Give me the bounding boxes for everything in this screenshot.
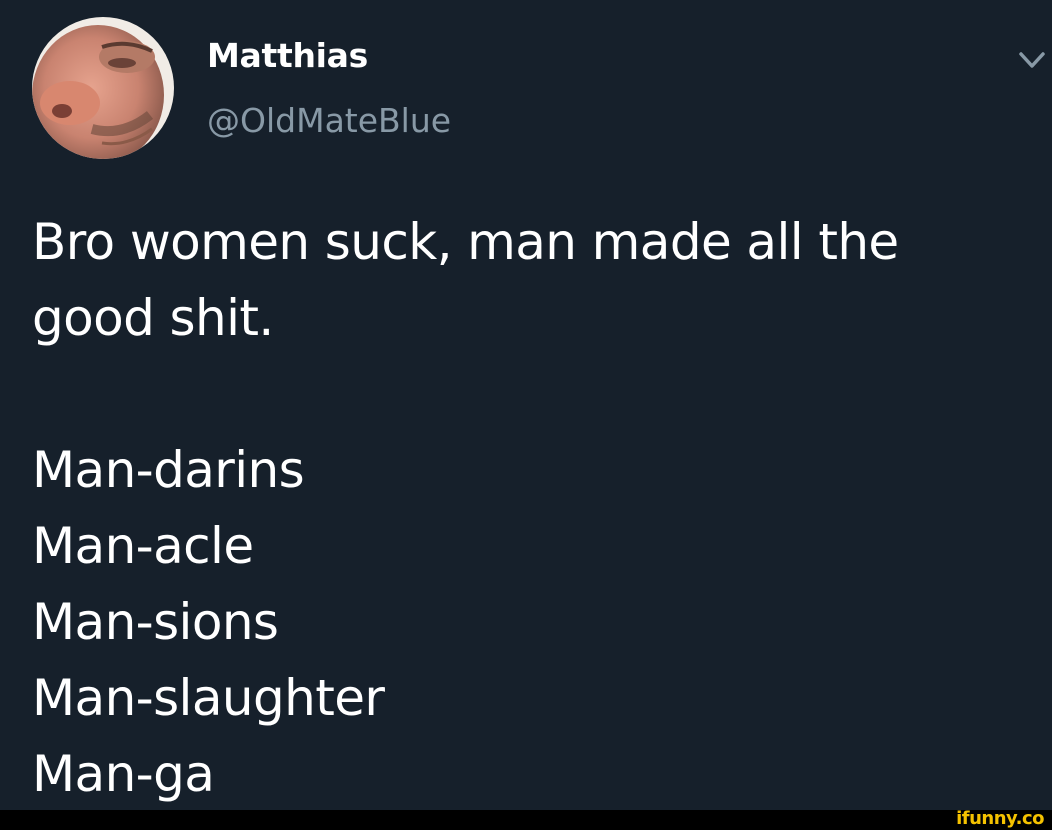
chevron-down-icon[interactable] — [1016, 48, 1048, 72]
watermark-logo: ifunny.co — [956, 808, 1044, 829]
list-item: Man-acle — [32, 517, 254, 575]
avatar[interactable] — [32, 17, 174, 159]
avatar-image — [32, 17, 174, 159]
list-item: Man-sions — [32, 593, 279, 651]
watermark-bar: ifunny.co — [0, 808, 1052, 830]
tweet-card: Matthias @OldMateBlue Bro women suck, ma… — [0, 0, 1052, 810]
list-item: Man-ga — [32, 745, 215, 803]
tweet-text-line: Bro women suck, man made all the — [32, 213, 899, 271]
list-item: Man-darins — [32, 441, 305, 499]
tweet-text: Bro women suck, man made all the good sh… — [32, 204, 1032, 812]
tweet-text-line: good shit. — [32, 289, 274, 347]
user-handle[interactable]: @OldMateBlue — [207, 101, 451, 140]
display-name[interactable]: Matthias — [207, 36, 368, 75]
list-item: Man-slaughter — [32, 669, 385, 727]
